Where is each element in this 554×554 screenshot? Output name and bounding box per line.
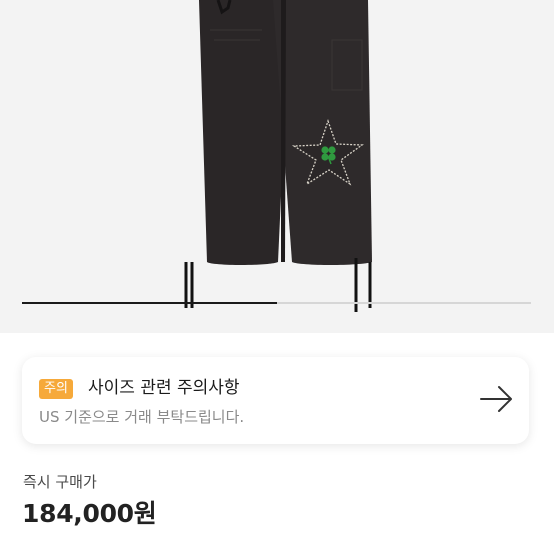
pants-product-image [184, 0, 372, 312]
product-image-area[interactable] [0, 0, 554, 333]
image-slide-progress-fill [22, 302, 277, 304]
image-slide-progress [22, 302, 531, 304]
notice-title: 사이즈 관련 주의사항 [88, 378, 240, 398]
instant-buy-price: 184,000원 [22, 499, 157, 528]
size-notice-card[interactable]: 주의 사이즈 관련 주의사항 US 기준으로 거래 부탁드립니다. [22, 357, 529, 444]
notice-subtitle: US 기준으로 거래 부탁드립니다. [39, 408, 245, 426]
arrow-right-icon[interactable] [477, 384, 517, 414]
instant-buy-label: 즉시 구매가 [23, 473, 97, 491]
notice-badge: 주의 [39, 379, 73, 399]
